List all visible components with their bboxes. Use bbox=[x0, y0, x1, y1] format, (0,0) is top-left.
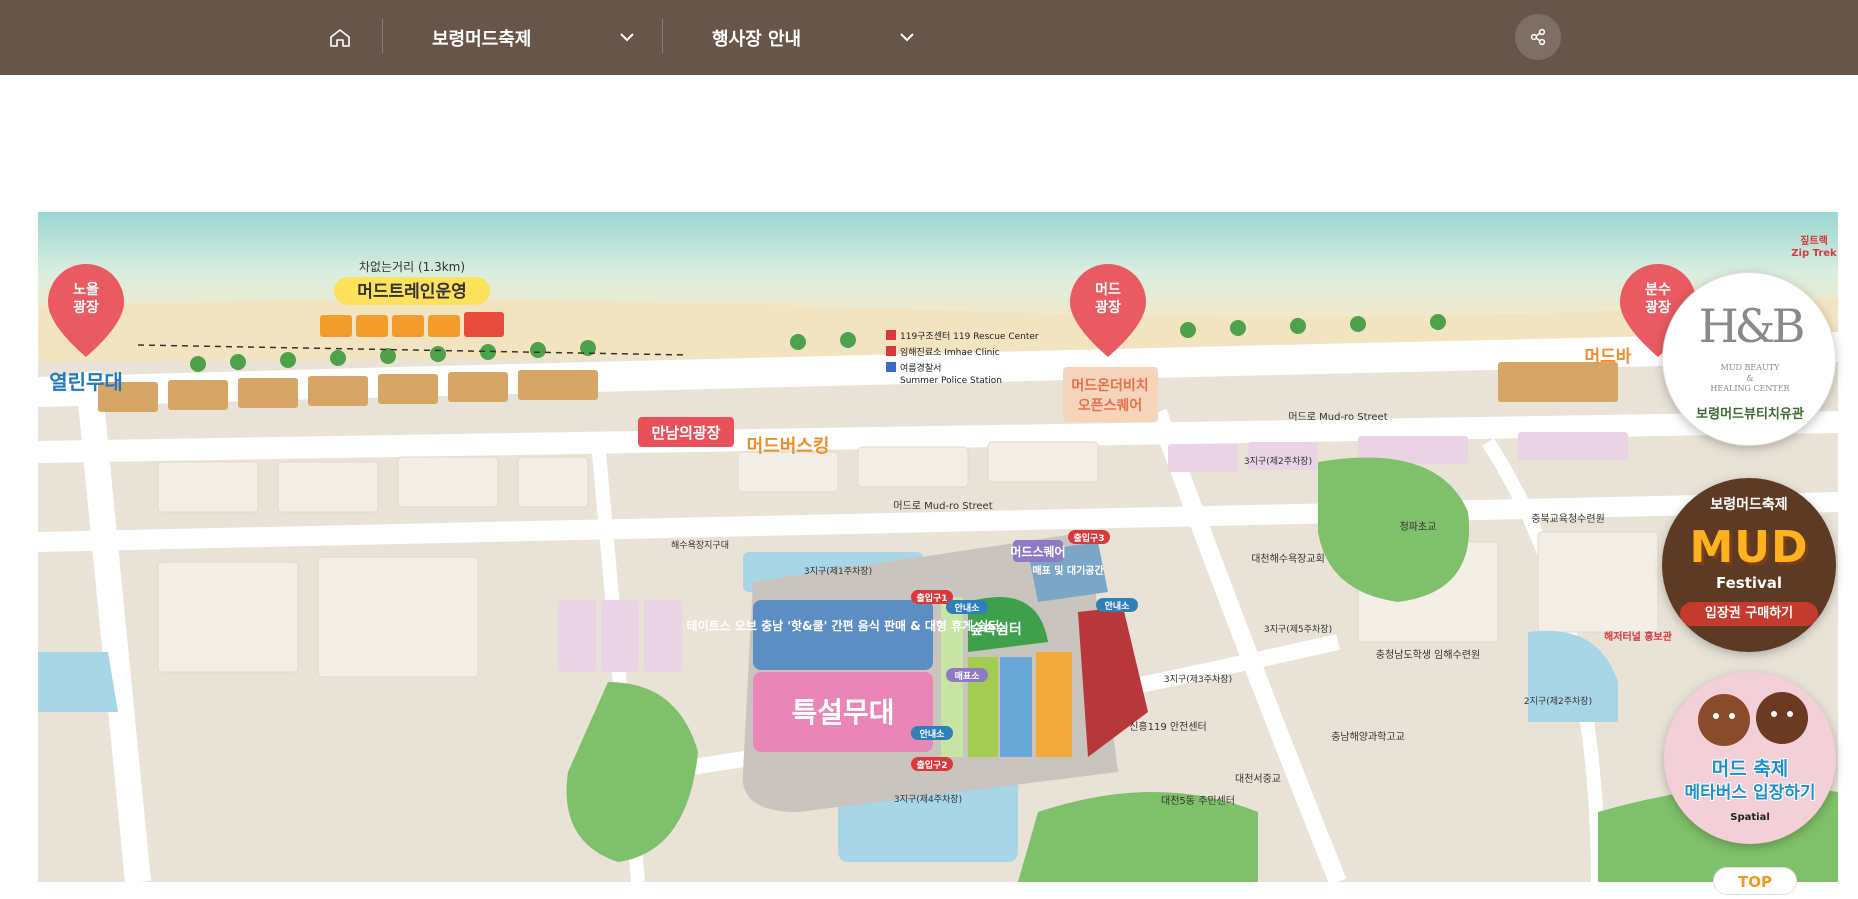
mudbusking-label: 머드버스킹 bbox=[747, 436, 830, 457]
svg-text:광장: 광장 bbox=[1095, 299, 1121, 316]
hb-subtitle: MUD BEAUTY bbox=[1720, 363, 1780, 372]
top-navigation-bar: 보령머드축제 행사장 안내 bbox=[0, 0, 1858, 75]
open-stage-label: 열린무대 bbox=[49, 370, 123, 394]
special-stage-label: 특설무대 bbox=[791, 696, 894, 729]
svg-text:머드: 머드 bbox=[1095, 282, 1121, 298]
venue-guide-label: 행사장 안내 bbox=[712, 28, 802, 50]
office-training-label: 충북교육청수련원 bbox=[1531, 513, 1605, 525]
mudonder-label-2: 오픈스퀘어 bbox=[1078, 397, 1142, 414]
mudba-label: 머드바 bbox=[1585, 347, 1632, 367]
svg-text:여름경찰서: 여름경찰서 bbox=[900, 362, 941, 374]
festival-menu-dropdown[interactable]: 보령머드축제 bbox=[432, 0, 636, 75]
scroll-top-button[interactable]: TOP bbox=[1713, 867, 1797, 895]
chevron-down-icon bbox=[620, 33, 634, 42]
marine-school-label: 충남해양과학고교 bbox=[1331, 730, 1405, 743]
mud-festival-title: 보령머드축제 bbox=[1710, 497, 1788, 513]
district3-parking2-label: 3지구(제2주차장) bbox=[1244, 455, 1312, 467]
home-icon bbox=[330, 29, 350, 47]
metaverse-title: 머드 축제 bbox=[1711, 758, 1789, 780]
svg-text:임해진료소 Imhae Clinic: 임해진료소 Imhae Clinic bbox=[900, 346, 1000, 358]
waterpark-zone bbox=[1000, 657, 1032, 757]
svg-text:매표소: 매표소 bbox=[955, 670, 981, 682]
svg-text:노을: 노을 bbox=[73, 282, 99, 298]
mudro-street-label: 머드로 Mud-ro Street bbox=[1288, 411, 1387, 423]
mudtrain-label: 머드트레인운영 bbox=[357, 282, 466, 302]
nav-divider bbox=[382, 19, 383, 53]
mud-train-illustration bbox=[320, 312, 504, 337]
mud-festival-subtitle: Festival bbox=[1715, 574, 1783, 592]
share-icon bbox=[1530, 28, 1546, 46]
metaverse-subtitle: 메타버스 입장하기 bbox=[1684, 783, 1816, 803]
hb-caption: 보령머드뷰티치유관 bbox=[1696, 407, 1804, 422]
svg-text:119구조센터 119 Rescue Center: 119구조센터 119 Rescue Center bbox=[900, 331, 1039, 342]
forest-label: 숲속쉼터 bbox=[970, 622, 1022, 638]
mud-festival-logo: MUD bbox=[1689, 522, 1809, 573]
family-zone bbox=[1036, 652, 1072, 757]
hb-subtitle: & bbox=[1746, 374, 1754, 383]
svg-text:광장: 광장 bbox=[73, 299, 99, 316]
spatial-logo: Spatial bbox=[1730, 812, 1770, 823]
theme-label: 테이트스 오브 충남 '핫&쿨' 간편 음식 판매 & 대형 휴게 쉼터 bbox=[687, 618, 1000, 633]
district3-parking5-label: 3지구(제5주차장) bbox=[1264, 623, 1332, 635]
zip-kr-label: 짚트랙 bbox=[1800, 234, 1828, 247]
zip-en-label: Zip Trek bbox=[1791, 248, 1837, 259]
hb-subtitle: HEALING CENTER bbox=[1710, 384, 1790, 393]
mudonder-label-1: 머드온더비치 bbox=[1071, 378, 1148, 394]
community-center-label: 대천5동 주민센터 bbox=[1161, 795, 1235, 807]
district3-parking3-label: 3지구(제3주차장) bbox=[1164, 673, 1232, 685]
mudro-street-label: 머드로 Mud-ro Street bbox=[893, 500, 992, 512]
venue-guide-dropdown[interactable]: 행사장 안내 bbox=[712, 0, 916, 75]
svg-text:출입구2: 출입구2 bbox=[916, 759, 947, 771]
svg-text:출입구1: 출입구1 bbox=[916, 592, 947, 604]
tunnel-label: 해저터널 홍보관 bbox=[1604, 630, 1673, 643]
share-button[interactable] bbox=[1515, 14, 1561, 60]
hb-logo: H&B bbox=[1698, 299, 1806, 353]
mascot-icon bbox=[1698, 692, 1808, 746]
mudtrain-distance-label: 차없는거리 (1.3km) bbox=[359, 260, 465, 274]
nav-divider bbox=[662, 19, 663, 53]
mud-festival-ticket-link[interactable]: 보령머드축제 MUD Festival 입장권 구매하기 bbox=[1662, 478, 1836, 652]
home-button[interactable] bbox=[324, 22, 356, 54]
theme-zone bbox=[753, 600, 933, 670]
training-center-label: 충청남도학생 임해수련원 bbox=[1376, 648, 1480, 661]
svg-text:안내소: 안내소 bbox=[920, 728, 946, 740]
middle-school-label: 대천서중교 bbox=[1235, 773, 1281, 785]
mud-square-label: 머드스퀘어 bbox=[1010, 544, 1065, 559]
buy-ticket-button[interactable]: 입장권 구매하기 bbox=[1680, 602, 1818, 626]
svg-text:안내소: 안내소 bbox=[1105, 600, 1131, 612]
chevron-down-icon bbox=[900, 33, 914, 42]
svg-text:출입구3: 출입구3 bbox=[1073, 532, 1104, 544]
elementary-school-label: 청파초교 bbox=[1400, 521, 1437, 533]
safety-center-label: 신흥119 안전센터 bbox=[1129, 720, 1206, 733]
svg-text:안내소: 안내소 bbox=[955, 602, 981, 614]
mud-beauty-healing-center-link[interactable]: H&B MUD BEAUTY & HEALING CENTER 보령머드뷰티치유… bbox=[1662, 272, 1836, 446]
district3-parking1-label: 3지구(제1주차장) bbox=[804, 565, 872, 577]
svg-text:분수: 분수 bbox=[1645, 282, 1671, 298]
district3-parking4-label: 3지구(제4주차장) bbox=[894, 793, 962, 805]
svg-text:Summer Police Station: Summer Police Station bbox=[900, 376, 1002, 386]
church-label: 대천해수욕장교회 bbox=[1251, 552, 1325, 565]
mannam-label: 만남의광장 bbox=[651, 424, 720, 442]
festival-menu-label: 보령머드축제 bbox=[432, 28, 532, 50]
metaverse-entry-link[interactable]: 머드 축제 메타버스 입장하기 Spatial bbox=[1664, 672, 1836, 844]
beach-patrol-label: 해수욕장지구대 bbox=[671, 540, 729, 551]
venue-map: 테이트스 오브 충남 '핫&쿨' 간편 음식 판매 & 대형 휴게 쉼터 특설무… bbox=[38, 212, 1838, 882]
ticket-label: 매표 및 대기공간 bbox=[1032, 564, 1104, 577]
district2-label: 2지구(제2주차장) bbox=[1524, 695, 1592, 707]
